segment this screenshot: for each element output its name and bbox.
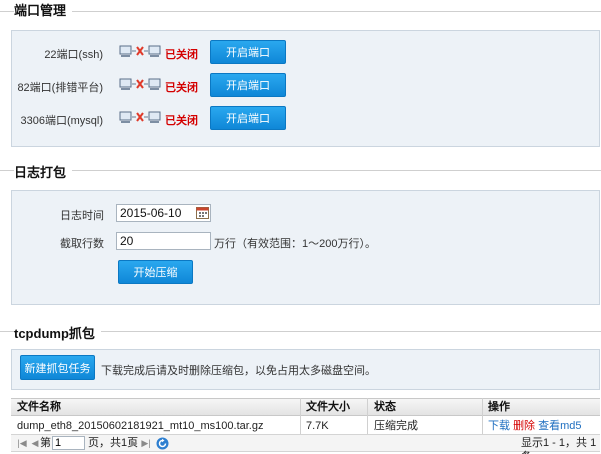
page-prefix: 第	[40, 437, 51, 449]
page-number-input[interactable]	[52, 436, 85, 450]
section-title-log: 日志打包	[14, 162, 73, 181]
open-port-button-mysql[interactable]: 开启端口	[210, 106, 286, 130]
port-label-ssh: 22端口(ssh)	[44, 49, 103, 61]
section-divider	[0, 170, 601, 171]
network-disconnected-icon	[119, 78, 161, 90]
download-link[interactable]: 下载	[488, 420, 510, 432]
date-label: 日志时间	[60, 210, 104, 222]
pagination-summary: 显示1 - 1，共 1 条	[521, 437, 597, 454]
column-divider	[300, 398, 301, 434]
column-header-filename[interactable]: 文件名称	[13, 398, 61, 416]
next-page-icon[interactable]: ▶	[129, 438, 139, 449]
cell-size: 7.7K	[306, 420, 329, 432]
column-header-size[interactable]: 文件大小	[302, 398, 350, 416]
port-label-debug: 82端口(排错平台)	[17, 82, 103, 94]
prev-page-icon[interactable]: ◀	[30, 438, 40, 449]
lines-hint: 万行（有效范围：1～200万行）。	[214, 238, 376, 250]
view-md5-link[interactable]: 查看md5	[538, 420, 581, 432]
last-page-icon[interactable]: ▶|	[141, 438, 151, 449]
cell-filename: dump_eth8_20150602181921_mt10_ms100.tar.…	[17, 420, 264, 432]
port-label-mysql: 3306端口(mysql)	[20, 115, 103, 127]
column-divider	[367, 398, 368, 434]
network-disconnected-icon	[119, 45, 161, 57]
delete-link[interactable]: 删除	[513, 420, 535, 432]
network-disconnected-icon	[119, 111, 161, 123]
disk-space-notice: 下载完成后请及时删除压缩包，以免占用太多磁盘空间。	[101, 365, 376, 377]
status-badge-ssh: 已关闭	[165, 49, 198, 61]
section-divider	[0, 11, 601, 12]
open-port-button-ssh[interactable]: 开启端口	[210, 40, 286, 64]
calendar-icon[interactable]	[196, 206, 209, 219]
section-title-tcpdump: tcpdump抓包	[14, 323, 101, 342]
open-port-button-debug[interactable]: 开启端口	[210, 73, 286, 97]
lines-label: 截取行数	[60, 238, 104, 250]
new-capture-task-button[interactable]: 新建抓包任务	[20, 355, 95, 380]
cell-status: 压缩完成	[374, 420, 418, 432]
status-badge-debug: 已关闭	[165, 82, 198, 94]
column-header-status[interactable]: 状态	[370, 398, 396, 416]
column-divider	[482, 398, 483, 434]
section-title-port: 端口管理	[14, 0, 73, 19]
lines-input[interactable]	[116, 232, 211, 250]
status-badge-mysql: 已关闭	[165, 115, 198, 127]
refresh-icon[interactable]	[156, 437, 169, 450]
column-header-actions[interactable]: 操作	[484, 398, 510, 416]
first-page-icon[interactable]: |◀	[17, 438, 27, 449]
start-compress-button[interactable]: 开始压缩	[118, 260, 193, 284]
